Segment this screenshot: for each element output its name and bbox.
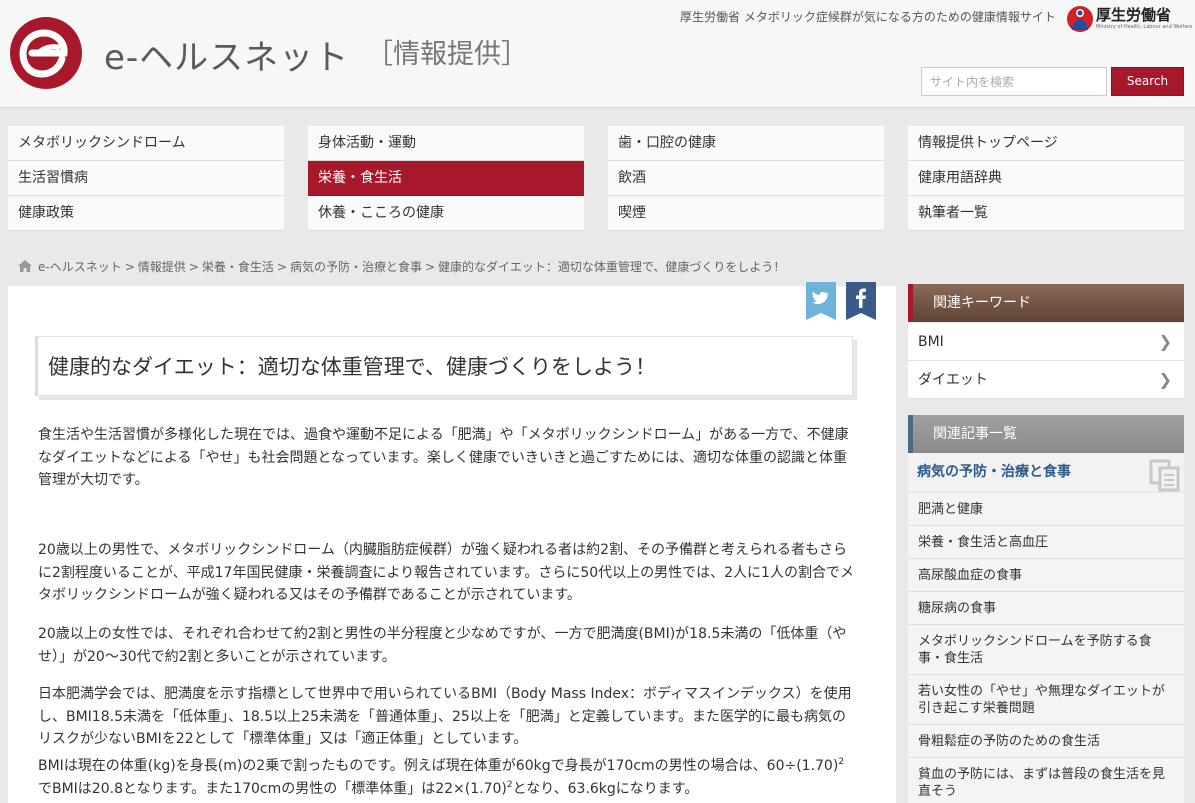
article-text: となり、63.6kgになります。 (512, 780, 699, 797)
related-article-link[interactable]: 若い女性の「やせ」や無理なダイエットが引き起こす栄養問題 (908, 675, 1184, 725)
ministry-name-en: Ministry of Health, Labour and Welfare (1096, 24, 1193, 30)
article-paragraph: 20歳以上の男性で、メタボリックシンドローム（内臓脂肪症候群）が強く疑われる者は… (38, 542, 854, 603)
search-input[interactable] (921, 67, 1107, 96)
related-articles-heading: 関連記事一覧 (908, 415, 1184, 453)
keyword-label: ダイエット (918, 372, 988, 388)
breadcrumb-current: 健康的なダイエット：適切な体重管理で、健康づくりをしよう！ (438, 260, 786, 274)
search-button[interactable]: Search (1111, 67, 1184, 96)
nav-item-metabolic[interactable]: メタボリックシンドローム (8, 126, 284, 161)
breadcrumb: e-ヘルスネット > 情報提供 > 栄養・食生活 > 病気の予防・治療と食事 > 健康的なダイエ… (18, 258, 785, 275)
article-text: でBMIは20.8となります。また170cmの男性の「標準体重」は22×(1.7… (38, 780, 507, 797)
keyword-label: BMI (918, 334, 944, 350)
home-icon[interactable] (18, 260, 32, 272)
document-list-icon (1149, 459, 1180, 492)
nav-item-glossary[interactable]: 健康用語辞典 (908, 161, 1184, 196)
breadcrumb-item[interactable]: 栄養・食生活 (202, 260, 274, 274)
related-article-link[interactable]: 糖尿病の食事 (908, 592, 1184, 625)
breadcrumb-item[interactable]: 病気の予防・治療と食事 (290, 260, 422, 274)
breadcrumb-separator: > (424, 260, 436, 274)
article-paragraph: BMIは現在の体重(kg)を身長(m)の2乗で割ったものです。例えば現在体重が6… (38, 755, 858, 800)
global-nav: メタボリックシンドローム 生活習慣病 健康政策 身体活動・運動 栄養・食生活 休… (0, 109, 1195, 248)
breadcrumb-item[interactable]: 情報提供 (138, 260, 186, 274)
keyword-link[interactable]: ダイエット ❯ (908, 361, 1184, 399)
nav-column-4: 情報提供トップページ 健康用語辞典 執筆者一覧 (908, 126, 1184, 231)
nav-item-rest-mental[interactable]: 休養・こころの健康 (308, 196, 584, 231)
nav-column-1: メタボリックシンドローム 生活習慣病 健康政策 (8, 126, 284, 231)
ministry-logo[interactable]: 厚生労働省 Ministry of Health, Labour and Wel… (1066, 2, 1193, 38)
ministry-emblem-icon (1067, 6, 1093, 32)
site-name[interactable]: e-ヘルスネット (104, 30, 349, 79)
superscript: 2 (838, 757, 845, 767)
nav-item-health-policy[interactable]: 健康政策 (8, 196, 284, 231)
breadcrumb-separator: > (188, 260, 199, 274)
nav-item-nutrition[interactable]: 栄養・食生活 (308, 161, 584, 196)
related-article-link[interactable]: 栄養・食生活と高血圧 (908, 526, 1184, 559)
ministry-name: 厚生労働省 (1096, 6, 1172, 24)
nav-item-authors[interactable]: 執筆者一覧 (908, 196, 1184, 231)
related-article-link[interactable]: 貧血の予防には、まずは普段の食生活を見直そう (908, 758, 1184, 803)
article-paragraph: 食生活や生活習慣が多様化した現在では、過食や運動不足による「肥満」や「メタボリッ… (38, 427, 849, 488)
nav-item-lifestyle-disease[interactable]: 生活習慣病 (8, 161, 284, 196)
nav-column-3: 歯・口腔の健康 飲酒 喫煙 (608, 126, 884, 231)
related-article-link[interactable]: 骨粗鬆症の予防のための食生活 (908, 725, 1184, 758)
article-title: 健康的なダイエット：適切な体重管理で、健康づくりをしよう！ (48, 355, 656, 379)
breadcrumb-separator: > (124, 260, 135, 274)
keywords-heading: 関連キーワード (908, 284, 1184, 322)
nav-item-exercise[interactable]: 身体活動・運動 (308, 126, 584, 161)
twitter-share-icon[interactable] (806, 282, 836, 320)
article-title-box: 健康的なダイエット：適切な体重管理で、健康づくりをしよう！ (35, 336, 853, 396)
keyword-link[interactable]: BMI ❯ (908, 323, 1184, 361)
article-paragraph: 20歳以上の女性では、それぞれ合わせて約2割と男性の半分程度と少なめですが、一方… (38, 626, 847, 665)
nav-column-2: 身体活動・運動 栄養・食生活 休養・こころの健康 (308, 126, 584, 231)
related-article-link[interactable]: 高尿酸血症の食事 (908, 559, 1184, 592)
article-paragraph: 日本肥満学会では、肥満度を示す指標として世界中で用いられているBMI（Body … (38, 686, 852, 747)
nav-item-dental[interactable]: 歯・口腔の健康 (608, 126, 884, 161)
article-text: BMIは現在の体重(kg)を身長(m)の2乗で割ったものです。例えば現在体重が6… (38, 758, 839, 774)
site-subtitle: ［情報提供］ (366, 39, 528, 70)
logo-e-icon (19, 29, 68, 78)
breadcrumb-item[interactable]: e-ヘルスネット (38, 260, 122, 274)
site-logo[interactable] (10, 17, 82, 89)
site-header: e-ヘルスネット ［情報提供］ 厚生労働省 メタボリック症候群が気になる方のため… (0, 0, 1195, 108)
chevron-right-icon: ❯ (1158, 332, 1172, 351)
related-category-link[interactable]: 病気の予防・治療と食事 (908, 453, 1184, 491)
related-article-link[interactable]: メタボリックシンドロームを予防する食事・食生活 (908, 625, 1184, 675)
facebook-share-icon[interactable] (846, 282, 876, 320)
nav-item-smoking[interactable]: 喫煙 (608, 196, 884, 231)
chevron-right-icon: ❯ (1158, 370, 1172, 389)
related-article-link[interactable]: 肥満と健康 (908, 493, 1184, 526)
nav-item-alcohol[interactable]: 飲酒 (608, 161, 884, 196)
nav-item-info-top[interactable]: 情報提供トップページ (908, 126, 1184, 161)
breadcrumb-separator: > (276, 260, 287, 274)
site-tagline: 厚生労働省 メタボリック症候群が気になる方のための健康情報サイト (680, 10, 1056, 24)
related-articles-list: 肥満と健康 栄養・食生活と高血圧 高尿酸血症の食事 糖尿病の食事 メタボリックシ… (908, 493, 1184, 803)
